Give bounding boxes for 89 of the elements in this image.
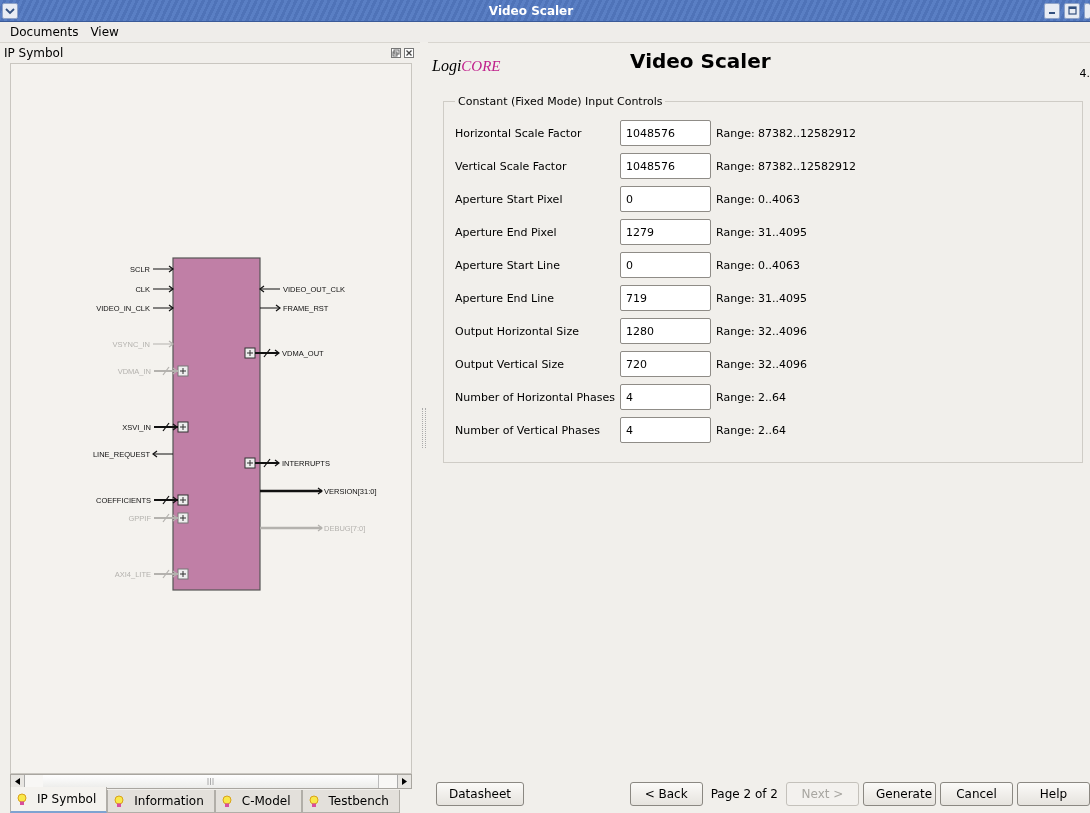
range-hint: Range: 0..4063 (716, 258, 802, 272)
tab[interactable]: IP Symbol (10, 787, 108, 813)
minimize-button[interactable] (1044, 2, 1060, 19)
field-label: Aperture End Pixel (455, 225, 558, 239)
pin-arrow (152, 265, 174, 273)
wizard-button[interactable]: < Back (629, 782, 703, 806)
field-label: Number of Vertical Phases (455, 423, 602, 437)
expand-icon[interactable] (177, 365, 189, 377)
pin-arrow (152, 304, 174, 312)
lightbulb-icon (221, 794, 232, 808)
field-label: Vertical Scale Factor (455, 159, 568, 173)
expand-icon[interactable] (244, 457, 256, 469)
range-hint: Range: 2..64 (716, 390, 788, 404)
window-menu-button[interactable] (2, 2, 18, 19)
input-field[interactable]: 1280 (620, 318, 712, 344)
maximize-button[interactable] (1064, 2, 1080, 19)
pin-arrow (153, 366, 179, 376)
lightbulb-icon (17, 792, 27, 806)
range-hint: Range: 2..64 (716, 423, 788, 437)
pin-arrow (152, 450, 174, 458)
input-field[interactable]: 1279 (620, 219, 712, 245)
pin-arrow (259, 285, 281, 293)
lightbulb-icon (114, 794, 125, 808)
field-label: Aperture Start Pixel (455, 192, 564, 206)
input-field[interactable]: 1048576 (620, 153, 712, 179)
scrollbar-thumb[interactable] (43, 775, 379, 788)
logo: LogiCORE (432, 57, 502, 75)
wizard-button[interactable]: Datasheet (436, 782, 524, 806)
pin-arrow (153, 422, 179, 432)
range-hint: Range: 0..4063 (716, 192, 802, 206)
pin-arrow (254, 458, 280, 468)
range-hint: Range: 32..4096 (716, 324, 809, 338)
pin-arrow (152, 340, 174, 348)
menu-item[interactable]: View (88, 25, 121, 39)
tab[interactable]: Information (107, 790, 215, 813)
wizard-button[interactable]: Cancel (940, 782, 1013, 806)
tab[interactable]: C-Model (214, 790, 302, 813)
range-hint: Range: 31..4095 (716, 291, 809, 305)
horizontal-scrollbar[interactable] (10, 774, 412, 789)
pin-arrow (153, 513, 179, 523)
input-field[interactable]: 4 (620, 417, 712, 443)
page-indicator: Page 2 of 2 (710, 787, 778, 801)
page-title: Video Scaler (630, 49, 771, 73)
input-field[interactable]: 4 (620, 384, 712, 410)
expand-icon[interactable] (177, 494, 189, 506)
pin-arrow (259, 304, 281, 312)
input-field[interactable]: 1048576 (620, 120, 712, 146)
input-field[interactable]: 0 (620, 186, 712, 212)
maximize-icon (1067, 6, 1077, 15)
input-field[interactable]: 719 (620, 285, 712, 311)
menu-item[interactable]: Documents (8, 25, 81, 39)
pin-arrow (260, 487, 323, 495)
grip-icon (207, 778, 214, 785)
scroll-right-button[interactable] (397, 775, 411, 788)
close-icon[interactable] (404, 48, 414, 58)
pin-arrow (260, 524, 323, 532)
window-title: Video Scaler (487, 3, 575, 18)
lightbulb-icon (308, 794, 319, 808)
pin-arrow (254, 348, 280, 358)
scroll-left-icon (15, 778, 20, 785)
range-hint: Range: 87382..12582912 (716, 126, 857, 140)
input-field[interactable]: 720 (620, 351, 712, 377)
wizard-button[interactable]: Generate (863, 782, 936, 806)
window-button[interactable] (1084, 2, 1090, 19)
field-label: Aperture Start Line (455, 258, 561, 272)
pin-arrow (153, 495, 179, 505)
input-field[interactable]: 0 (620, 252, 712, 278)
field-label: Aperture End Line (455, 291, 555, 305)
range-hint: Range: 87382..12582912 (716, 159, 857, 173)
chevron-down-icon (5, 6, 15, 15)
expand-icon[interactable] (177, 421, 189, 433)
wizard-button[interactable]: Help (1017, 782, 1090, 806)
pin-arrow (153, 569, 179, 579)
expand-icon[interactable] (177, 512, 189, 524)
float-icon[interactable] (391, 48, 401, 58)
pin-arrow (152, 285, 174, 293)
expand-icon[interactable] (244, 347, 256, 359)
range-hint: Range: 32..4096 (716, 357, 809, 371)
field-label: Number of Horizontal Phases (455, 390, 616, 404)
version-label: 4. (1079, 67, 1090, 80)
group-title: Constant (Fixed Mode) Input Controls (458, 95, 663, 108)
scroll-right-icon (402, 778, 407, 785)
expand-icon[interactable] (177, 568, 189, 580)
range-hint: Range: 31..4095 (716, 225, 809, 239)
panel-title: IP Symbol (4, 46, 65, 60)
field-label: Output Vertical Size (455, 357, 565, 371)
tab[interactable]: Testbench (301, 790, 400, 813)
field-label: Horizontal Scale Factor (455, 126, 583, 140)
field-label: Output Horizontal Size (455, 324, 580, 338)
